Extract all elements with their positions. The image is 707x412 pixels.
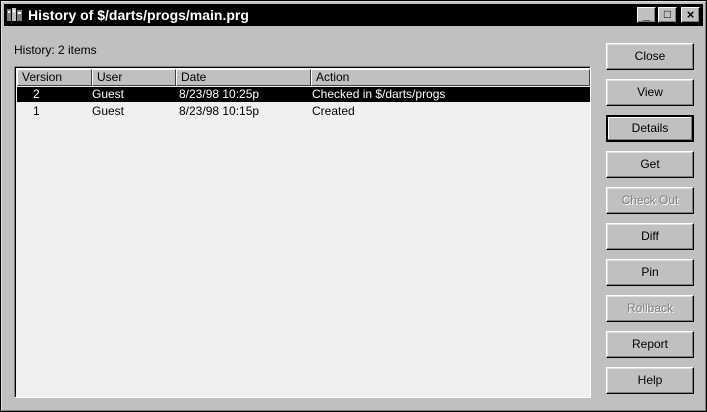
history-row-version-1[interactable]: 1 Guest 8/23/98 10:15p Created <box>17 104 590 119</box>
minimize-icon: _ <box>642 7 651 22</box>
row-date: 8/23/98 10:25p <box>179 87 260 101</box>
rollback-button[interactable]: Rollback <box>606 295 694 322</box>
history-count-label: History: 2 items <box>14 43 97 57</box>
row-user: Guest <box>92 87 125 101</box>
column-header-date[interactable]: Date <box>176 69 311 86</box>
row-date: 8/23/98 10:15p <box>179 104 260 118</box>
close-window-button[interactable]: × <box>681 7 700 23</box>
check-out-button[interactable]: Check Out <box>606 187 694 214</box>
row-version: 1 <box>33 104 40 118</box>
history-list[interactable]: Version User Date Action 2 Guest 8/23/98… <box>14 66 591 398</box>
window-title: History of $/darts/progs/main.prg <box>28 7 249 23</box>
get-button[interactable]: Get <box>606 151 694 178</box>
list-header: Version User Date Action <box>17 69 590 86</box>
maximize-icon: □ <box>663 7 672 21</box>
row-user: Guest <box>92 104 125 118</box>
maximize-button[interactable]: □ <box>658 7 677 23</box>
column-header-action[interactable]: Action <box>311 69 590 86</box>
column-header-version[interactable]: Version <box>17 69 92 86</box>
row-version: 2 <box>33 87 40 101</box>
details-button[interactable]: Details <box>606 115 694 142</box>
history-row-version-2[interactable]: 2 Guest 8/23/98 10:25p Checked in $/dart… <box>17 87 590 102</box>
minimize-button[interactable]: _ <box>637 7 656 23</box>
row-action: Checked in $/darts/progs <box>312 87 446 101</box>
title-bar[interactable]: History of $/darts/progs/main.prg _ □ × <box>4 4 703 26</box>
view-button[interactable]: View <box>606 79 694 106</box>
diff-button[interactable]: Diff <box>606 223 694 250</box>
pin-button[interactable]: Pin <box>606 259 694 286</box>
report-button[interactable]: Report <box>606 331 694 358</box>
column-header-user[interactable]: User <box>92 69 176 86</box>
help-button[interactable]: Help <box>606 367 694 394</box>
history-dialog: History of $/darts/progs/main.prg _ □ × … <box>0 0 707 412</box>
close-icon: × <box>686 7 695 22</box>
row-action: Created <box>312 104 355 118</box>
sourcesafe-app-icon[interactable] <box>6 7 24 23</box>
close-button[interactable]: Close <box>606 43 694 70</box>
